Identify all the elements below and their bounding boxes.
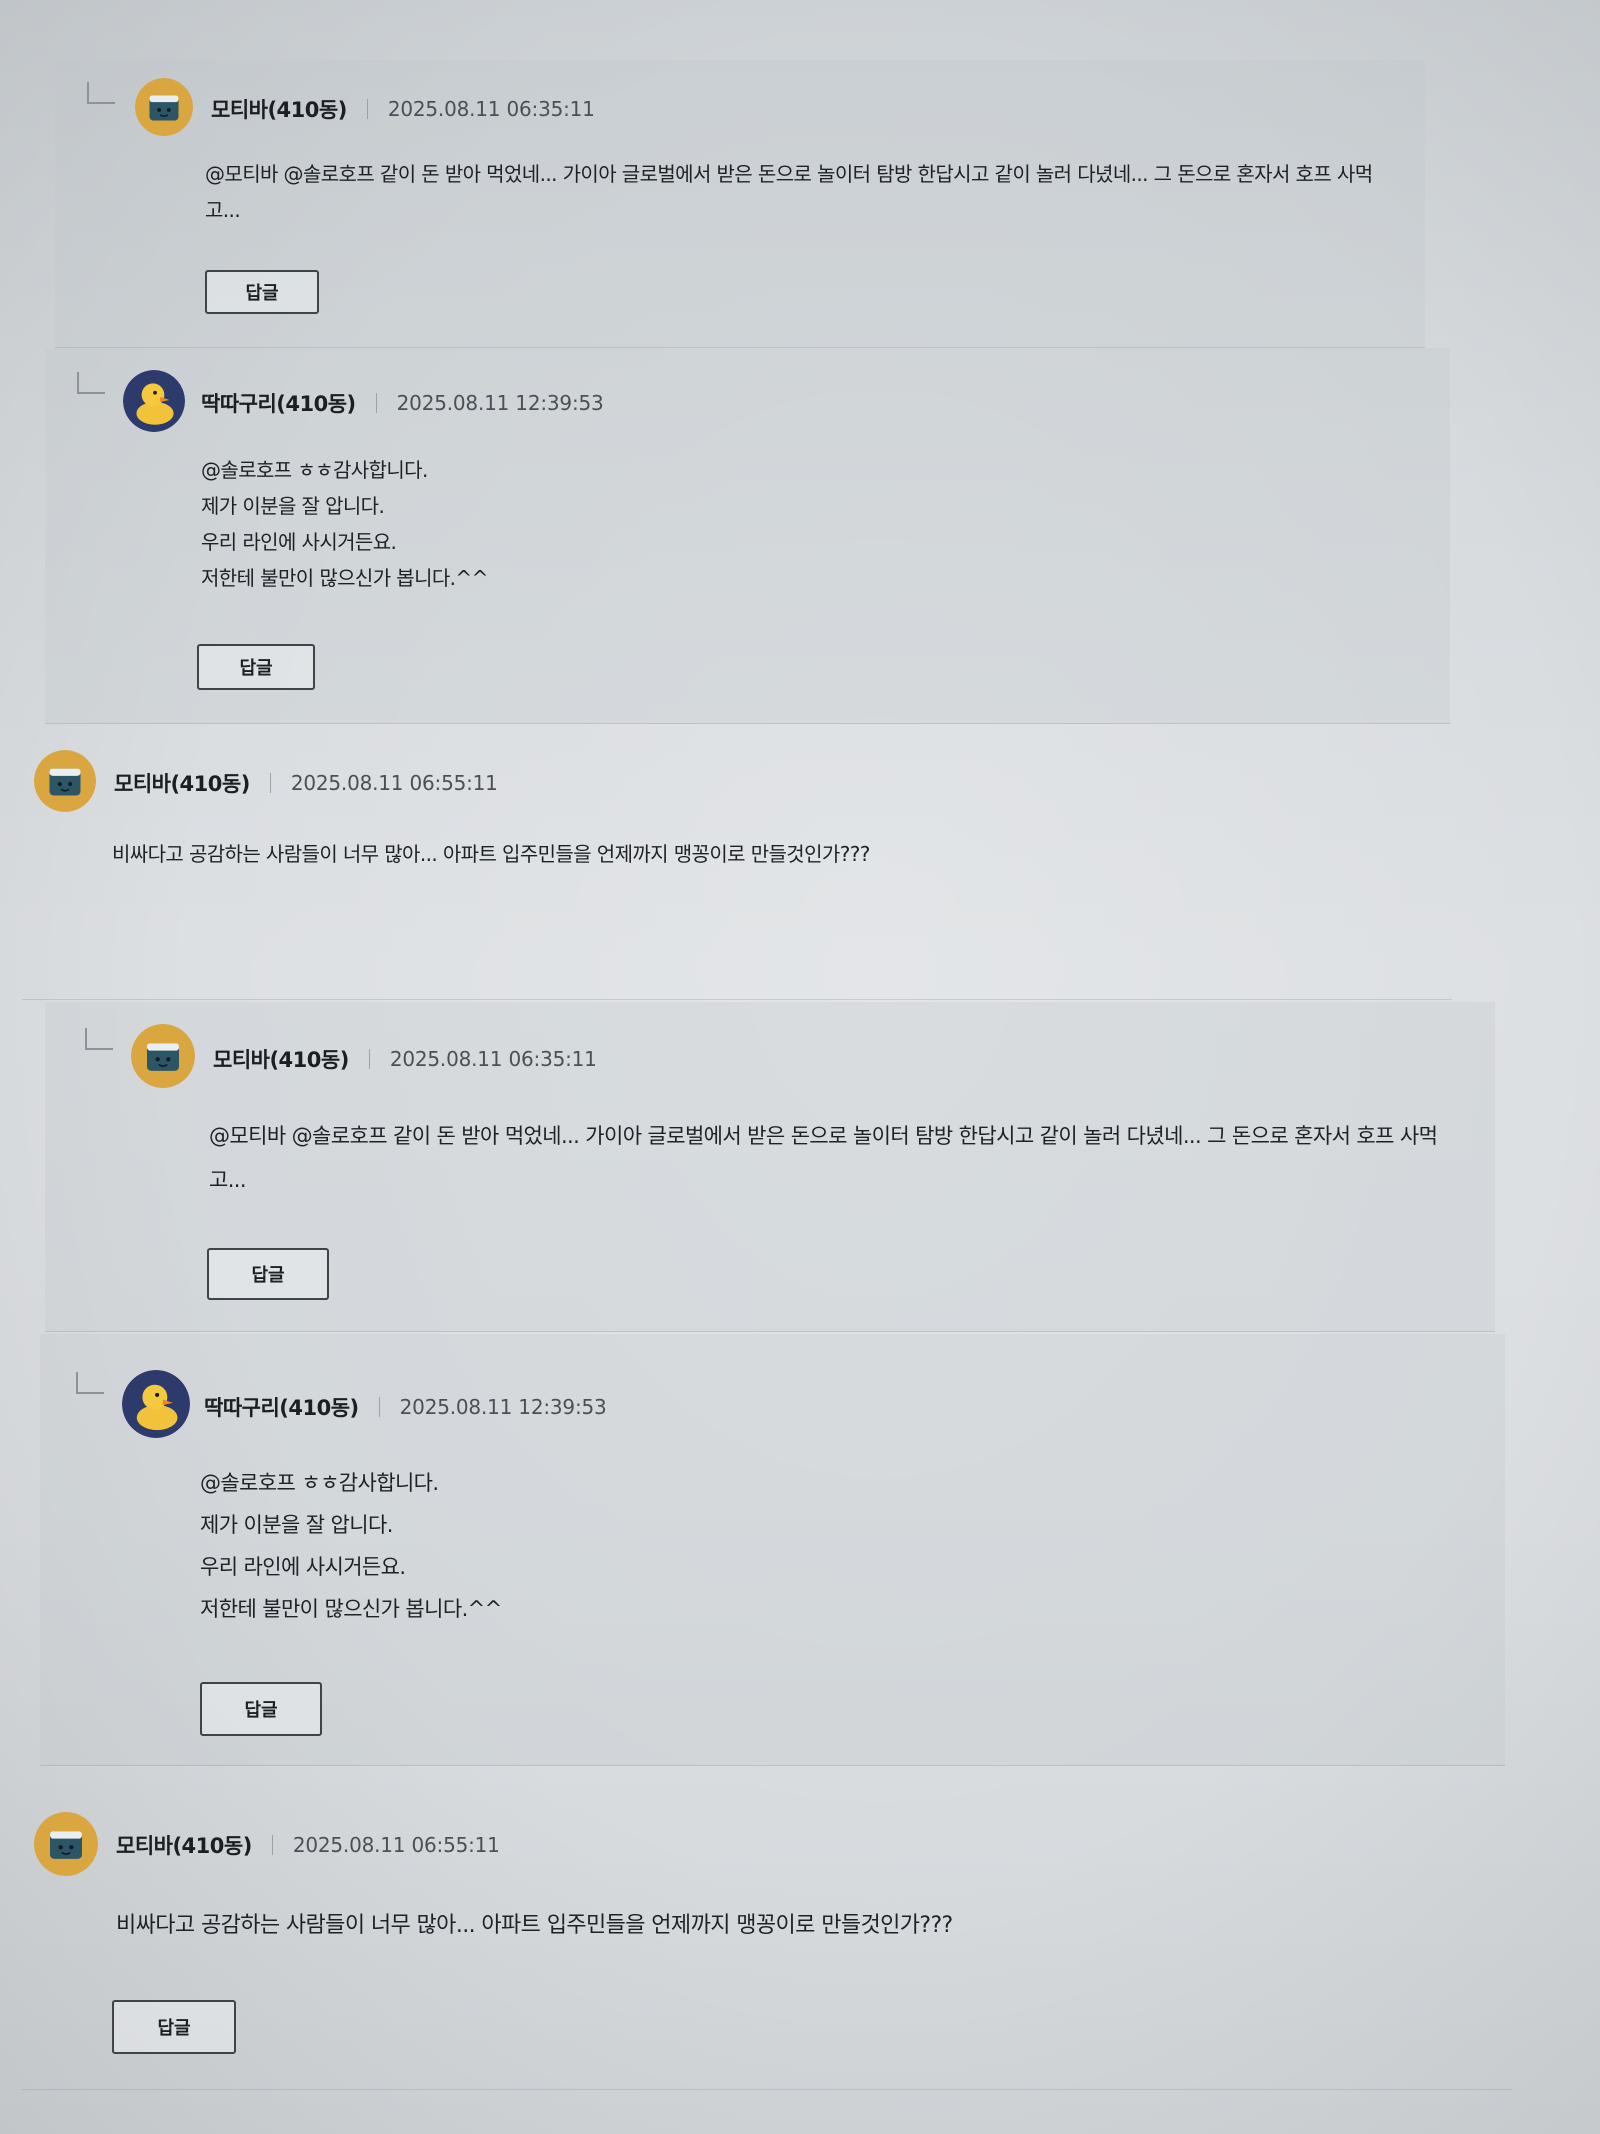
reply-indent-icon — [76, 1372, 104, 1394]
avatar-motiba-icon[interactable] — [131, 1024, 195, 1088]
comment-line: 우리 라인에 사시거든요. — [201, 530, 397, 554]
comment-meta: 모티바(410동) 2025.08.11 06:55:11 — [114, 768, 498, 798]
comment-line: @모티바 @솔로호프 같이 돈 받아 먹었네... 가이아 글로벌에서 받은 돈… — [209, 1124, 1438, 1148]
comment-date: 2025.08.11 12:39:53 — [399, 1395, 607, 1419]
comment-line: 비싸다고 공감하는 사람들이 너무 많아... 아파트 입주민들을 언제까지 맹… — [116, 1913, 953, 1938]
author-name[interactable]: 모티바(410동) — [116, 1830, 252, 1860]
comment-body: @솔로호프 ㅎㅎ감사합니다. 제가 이분을 잘 압니다. 우리 라인에 사시거든… — [200, 1462, 502, 1630]
reply-button[interactable]: 답글 — [205, 270, 319, 314]
comment-date: 2025.08.11 12:39:53 — [396, 391, 604, 415]
comment-reply: 딱따구리(410동) 2025.08.11 12:39:53 @솔로호프 ㅎㅎ감… — [45, 348, 1450, 724]
comment-meta: 모티바(410동) 2025.08.11 06:55:11 — [116, 1830, 500, 1860]
comment-line: 고... — [209, 1168, 247, 1192]
reply-button[interactable]: 답글 — [200, 1682, 322, 1736]
comment-body: 비싸다고 공감하는 사람들이 너무 많아... 아파트 입주민들을 언제까지 맹… — [112, 836, 870, 872]
meta-divider — [368, 1049, 370, 1069]
comment-line: @솔로호프 ㅎㅎ감사합니다. — [200, 1471, 439, 1495]
avatar-duck-icon[interactable] — [122, 1370, 190, 1438]
comment-top: 모티바(410동) 2025.08.11 06:55:11 비싸다고 공감하는 … — [22, 1768, 1512, 2090]
reply-indent-icon — [77, 372, 105, 394]
comment-body: 비싸다고 공감하는 사람들이 너무 많아... 아파트 입주민들을 언제까지 맹… — [116, 1904, 953, 1948]
comment-meta: 모티바(410동) 2025.08.11 06:35:11 — [211, 94, 595, 124]
avatar-motiba-icon[interactable] — [34, 750, 96, 812]
author-name[interactable]: 딱따구리(410동) — [201, 388, 356, 418]
comment-date: 2025.08.11 06:55:11 — [290, 771, 498, 795]
comment-date: 2025.08.11 06:35:11 — [387, 97, 595, 121]
meta-divider — [375, 393, 377, 413]
comment-line: 우리 라인에 사시거든요. — [200, 1555, 406, 1579]
avatar-motiba-icon[interactable] — [34, 1812, 98, 1876]
comment-line: 비싸다고 공감하는 사람들이 너무 많아... 아파트 입주민들을 언제까지 맹… — [112, 842, 870, 866]
meta-divider — [271, 1835, 273, 1855]
author-name[interactable]: 모티바(410동) — [213, 1044, 349, 1074]
comment-line: 제가 이분을 잘 압니다. — [201, 494, 385, 518]
meta-divider — [378, 1397, 380, 1417]
comment-line: 제가 이분을 잘 압니다. — [200, 1513, 393, 1537]
comment-body: @모티바 @솔로호프 같이 돈 받아 먹었네... 가이아 글로벌에서 받은 돈… — [209, 1114, 1438, 1202]
reply-button[interactable]: 답글 — [197, 644, 315, 690]
reply-indent-icon — [85, 1028, 113, 1050]
author-name[interactable]: 모티바(410동) — [211, 94, 347, 124]
reply-indent-icon — [87, 82, 115, 104]
meta-divider — [269, 773, 271, 793]
comment-meta: 딱따구리(410동) 2025.08.11 12:39:53 — [204, 1392, 607, 1422]
comment-line: @솔로호프 ㅎㅎ감사합니다. — [201, 458, 428, 482]
comment-line: 저한테 불만이 많으신가 봅니다.^^ — [200, 1597, 502, 1621]
comment-line: @모티바 @솔로호프 같이 돈 받아 먹었네... 가이아 글로벌에서 받은 돈… — [205, 162, 1373, 186]
author-name[interactable]: 모티바(410동) — [114, 768, 250, 798]
comment-meta: 모티바(410동) 2025.08.11 06:35:11 — [213, 1044, 597, 1074]
meta-divider — [366, 99, 368, 119]
avatar-motiba-icon[interactable] — [135, 78, 193, 136]
reply-button[interactable]: 답글 — [207, 1248, 329, 1300]
comment-line: 고... — [205, 198, 241, 222]
comment-meta: 딱따구리(410동) 2025.08.11 12:39:53 — [201, 388, 604, 418]
comment-reply: 모티바(410동) 2025.08.11 06:35:11 @모티바 @솔로호프… — [45, 1002, 1495, 1332]
comment-line: 저한테 불만이 많으신가 봅니다.^^ — [201, 566, 488, 590]
comment-reply: 딱따구리(410동) 2025.08.11 12:39:53 @솔로호프 ㅎㅎ감… — [40, 1334, 1505, 1766]
avatar-duck-icon[interactable] — [123, 370, 185, 432]
comment-top: 모티바(410동) 2025.08.11 06:55:11 비싸다고 공감하는 … — [22, 730, 1452, 1000]
comment-body: @모티바 @솔로호프 같이 돈 받아 먹었네... 가이아 글로벌에서 받은 돈… — [205, 156, 1373, 228]
comment-reply: 모티바(410동) 2025.08.11 06:35:11 @모티바 @솔로호프… — [55, 60, 1425, 348]
comment-body: @솔로호프 ㅎㅎ감사합니다. 제가 이분을 잘 압니다. 우리 라인에 사시거든… — [201, 452, 488, 596]
author-name[interactable]: 딱따구리(410동) — [204, 1392, 359, 1422]
comment-date: 2025.08.11 06:55:11 — [292, 1833, 500, 1857]
reply-button[interactable]: 답글 — [112, 2000, 236, 2054]
comment-date: 2025.08.11 06:35:11 — [389, 1047, 597, 1071]
